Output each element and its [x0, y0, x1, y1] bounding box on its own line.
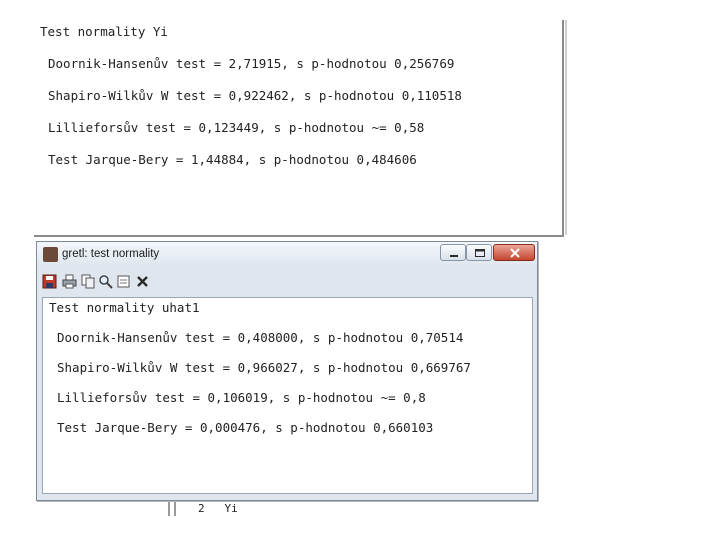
save-icon: [42, 274, 57, 289]
output-text-area[interactable]: Test normality uhat1 Doornik-Hansenův te…: [42, 297, 533, 494]
output-line-lilliefors: Lillieforsův test = 0,123449, s p-hodnot…: [48, 120, 425, 135]
divider: [168, 502, 170, 516]
find-button[interactable]: [98, 274, 113, 289]
window-title: gretl: test normality: [62, 248, 160, 260]
edit-icon: [117, 275, 130, 288]
output-line-shapiro-wilk: Shapiro-Wilkův W test = 0,922462, s p-ho…: [48, 88, 462, 103]
close-icon: [137, 276, 148, 287]
find-icon: [99, 275, 113, 289]
top-output-panel: Test normality Yi Doornik-Hansenův test …: [34, 20, 567, 237]
output-line-shapiro-wilk: Shapiro-Wilkův W test = 0,966027, s p-ho…: [57, 360, 471, 375]
edit-button[interactable]: [116, 274, 131, 289]
remnant-text: 2 Yi: [198, 502, 238, 515]
title-bar[interactable]: gretl: test normality: [37, 242, 537, 268]
copy-icon: [81, 274, 95, 289]
save-button[interactable]: [42, 274, 57, 289]
close-output-button[interactable]: [135, 274, 150, 289]
minimize-icon: [450, 255, 458, 257]
close-icon: [510, 248, 520, 258]
divider: [174, 502, 176, 516]
output-line-lilliefors: Lillieforsův test = 0,106019, s p-hodnot…: [57, 390, 426, 405]
close-window-button[interactable]: [493, 244, 535, 261]
maximize-button[interactable]: [466, 244, 492, 261]
print-button[interactable]: [62, 274, 77, 289]
gretl-app-icon: [43, 247, 58, 262]
print-icon: [62, 274, 77, 289]
minimize-button[interactable]: [440, 244, 466, 261]
maximize-icon: [475, 249, 485, 257]
output-line-doornik-hansen: Doornik-Hansenův test = 2,71915, s p-hod…: [48, 56, 455, 71]
gretl-window: gretl: test normality Test normality uha…: [36, 241, 538, 501]
copy-button[interactable]: [81, 274, 96, 289]
background-window-remnant: 2 Yi: [168, 502, 248, 518]
output-line-doornik-hansen: Doornik-Hansenův test = 0,408000, s p-ho…: [57, 330, 464, 345]
output-heading: Test normality uhat1: [49, 300, 200, 315]
output-line-jarque-bera: Test Jarque-Bery = 1,44884, s p-hodnotou…: [48, 152, 417, 167]
output-heading: Test normality Yi: [40, 24, 168, 39]
output-line-jarque-bera: Test Jarque-Bery = 0,000476, s p-hodnoto…: [57, 420, 434, 435]
